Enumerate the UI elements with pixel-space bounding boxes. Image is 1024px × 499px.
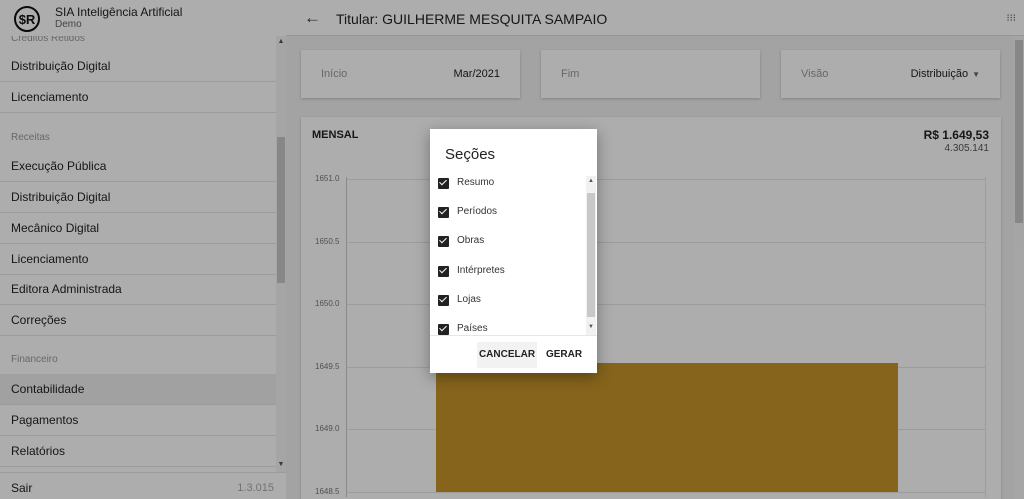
checkbox-checked-icon[interactable] bbox=[438, 324, 449, 335]
checkbox-checked-icon[interactable] bbox=[438, 178, 449, 189]
checkbox-checked-icon[interactable] bbox=[438, 236, 449, 247]
option-paises[interactable]: Países bbox=[438, 321, 587, 335]
dialog-title: Seções bbox=[445, 146, 496, 163]
option-obras[interactable]: Obras bbox=[438, 233, 587, 253]
sections-dialog: Seções Resumo Períodos Obras Intérpretes… bbox=[430, 129, 597, 373]
option-label: Intérpretes bbox=[457, 265, 505, 276]
checkbox-checked-icon[interactable] bbox=[438, 266, 449, 277]
cancel-button[interactable]: CANCELAR bbox=[477, 342, 537, 368]
dialog-scrollbar-thumb[interactable] bbox=[587, 193, 595, 317]
option-label: Obras bbox=[457, 235, 485, 246]
option-lojas[interactable]: Lojas bbox=[438, 292, 587, 312]
option-label: Períodos bbox=[457, 206, 498, 217]
scroll-down-icon[interactable]: ▼ bbox=[587, 324, 595, 330]
option-label: Lojas bbox=[457, 294, 481, 305]
option-label: Países bbox=[457, 323, 488, 334]
option-resumo[interactable]: Resumo bbox=[438, 176, 587, 195]
sections-list: Resumo Períodos Obras Intérpretes Lojas … bbox=[430, 176, 587, 335]
scroll-up-icon[interactable]: ▲ bbox=[587, 178, 595, 184]
checkbox-checked-icon[interactable] bbox=[438, 295, 449, 306]
option-periodos[interactable]: Períodos bbox=[438, 204, 587, 224]
checkbox-checked-icon[interactable] bbox=[438, 207, 449, 218]
option-interpretes[interactable]: Intérpretes bbox=[438, 263, 587, 283]
option-label: Resumo bbox=[457, 177, 495, 188]
dialog-divider bbox=[430, 335, 597, 336]
generate-button[interactable]: GERAR bbox=[544, 342, 584, 368]
